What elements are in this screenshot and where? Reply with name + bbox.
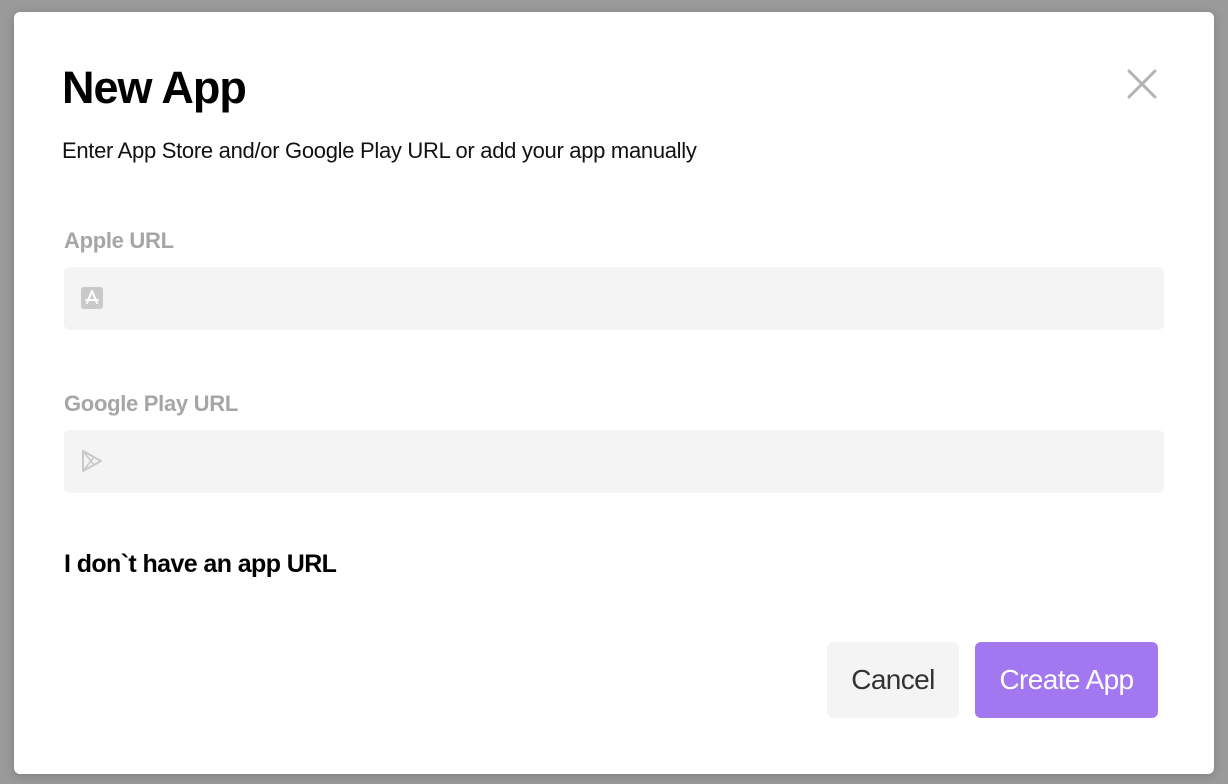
dialog-title: New App	[62, 62, 247, 113]
create-app-button[interactable]: Create App	[975, 642, 1158, 718]
google-play-url-field[interactable]	[64, 430, 1164, 495]
apple-url-label: Apple URL	[64, 228, 174, 253]
google-play-url-label: Google Play URL	[64, 391, 238, 416]
apple-url-input[interactable]	[120, 267, 1154, 332]
no-app-url-link[interactable]: I don`t have an app URL	[64, 550, 337, 579]
app-store-icon	[81, 287, 103, 309]
google-play-url-input[interactable]	[120, 430, 1154, 495]
cancel-button[interactable]: Cancel	[827, 642, 959, 718]
close-icon	[1127, 69, 1157, 99]
dialog-subtitle: Enter App Store and/or Google Play URL o…	[62, 138, 697, 163]
apple-url-field[interactable]	[64, 267, 1164, 332]
new-app-dialog: New App Enter App Store and/or Google Pl…	[14, 12, 1214, 774]
google-play-icon	[82, 450, 102, 472]
close-button[interactable]	[1126, 68, 1158, 100]
